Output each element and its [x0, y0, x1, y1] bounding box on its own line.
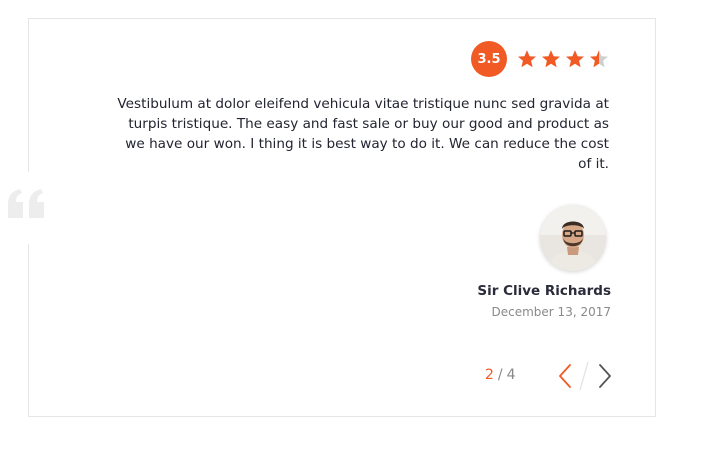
person-avatar-icon	[540, 205, 606, 271]
previous-button[interactable]	[556, 362, 576, 390]
pagination-total: 4	[506, 367, 516, 383]
slider-nav	[556, 358, 616, 394]
pagination-counter: 2/4	[485, 367, 516, 383]
chevron-right-icon	[599, 364, 611, 388]
next-button[interactable]	[594, 362, 614, 390]
pagination-separator: /	[497, 367, 503, 383]
quote-open-icon	[0, 172, 60, 244]
review-text: Vestibulum at dolor eleifend vehicula vi…	[117, 96, 609, 172]
review-date: December 13, 2017	[491, 305, 611, 319]
testimonial-stage: 3.5 Vestibulum at dolor eleifend vehicul…	[0, 0, 718, 459]
rating-row: 3.5	[471, 41, 609, 77]
star-icon	[518, 50, 536, 68]
reviewer-name: Sir Clive Richards	[477, 283, 611, 299]
pagination-current: 2	[485, 367, 494, 383]
star-rating	[513, 49, 609, 69]
star-icon	[542, 50, 560, 68]
testimonial-card: 3.5 Vestibulum at dolor eleifend vehicul…	[28, 18, 656, 417]
star-icon	[566, 50, 584, 68]
nav-divider	[579, 361, 589, 391]
reviewer-avatar	[540, 205, 606, 271]
chevron-left-icon	[559, 364, 571, 388]
star-icon	[590, 50, 608, 68]
rating-badge: 3.5	[471, 41, 507, 77]
